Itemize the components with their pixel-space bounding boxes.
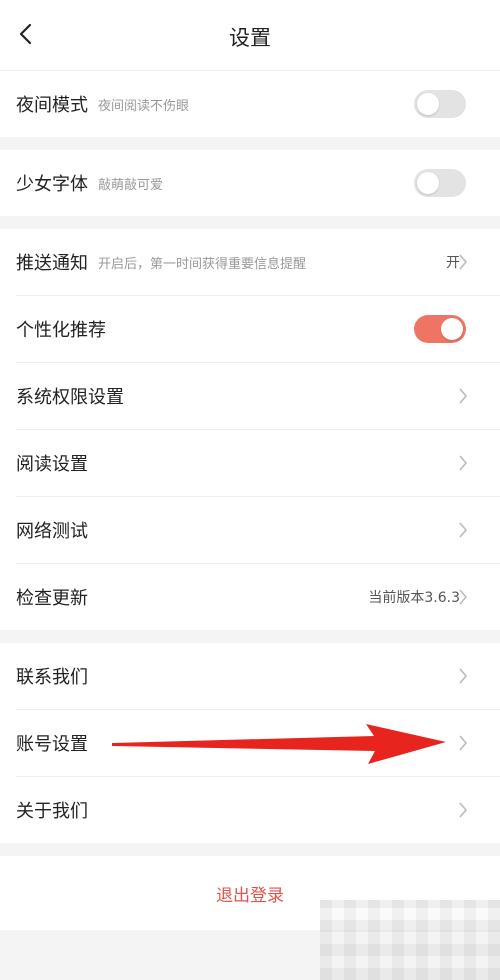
night-mode-label: 夜间模式 xyxy=(16,95,88,116)
account-settings-row[interactable]: 账号设置 xyxy=(16,710,500,777)
chevron-right-icon xyxy=(459,254,468,270)
girl-font-label: 少女字体 xyxy=(16,174,88,195)
night-mode-description: 夜间阅读不伤眼 xyxy=(98,98,190,114)
account-settings-label: 账号设置 xyxy=(16,734,88,755)
toggle-knob xyxy=(441,318,463,340)
section-gap xyxy=(0,137,500,150)
about-us-label: 关于我们 xyxy=(16,801,88,822)
logout-label: 退出登录 xyxy=(216,885,284,906)
top-bar: 设置 xyxy=(0,0,500,71)
personalized-recommendation-toggle[interactable] xyxy=(414,315,466,343)
toggle-knob xyxy=(417,172,439,194)
general-group: 推送通知 开启后，第一时间获得重要信息提醒 开 个性化推荐 系统权限设置 阅读设… xyxy=(0,229,500,630)
personalized-recommendation-row[interactable]: 个性化推荐 xyxy=(16,296,500,363)
section-gap xyxy=(0,843,500,856)
chevron-right-icon xyxy=(459,388,468,404)
toggle-knob xyxy=(417,93,439,115)
push-notification-label: 推送通知 xyxy=(16,253,88,274)
contact-us-row[interactable]: 联系我们 xyxy=(16,643,500,710)
system-permissions-row[interactable]: 系统权限设置 xyxy=(16,363,500,430)
about-us-row[interactable]: 关于我们 xyxy=(16,777,500,843)
push-notification-row[interactable]: 推送通知 开启后，第一时间获得重要信息提醒 开 xyxy=(16,229,500,296)
network-test-row[interactable]: 网络测试 xyxy=(16,497,500,564)
network-test-label: 网络测试 xyxy=(16,521,88,542)
system-permissions-label: 系统权限设置 xyxy=(16,387,124,408)
girl-font-row[interactable]: 少女字体 敲萌敲可爱 xyxy=(16,150,500,216)
chevron-right-icon xyxy=(459,522,468,538)
reading-settings-row[interactable]: 阅读设置 xyxy=(16,430,500,497)
personalized-recommendation-label: 个性化推荐 xyxy=(16,320,106,341)
chevron-right-icon xyxy=(459,668,468,684)
about-group: 联系我们 账号设置 关于我们 xyxy=(0,643,500,843)
girl-font-description: 敲萌敲可爱 xyxy=(98,177,164,193)
push-notification-description: 开启后，第一时间获得重要信息提醒 xyxy=(98,256,307,272)
chevron-right-icon xyxy=(459,735,468,751)
reading-settings-label: 阅读设置 xyxy=(16,454,88,475)
font-group: 少女字体 敲萌敲可爱 xyxy=(0,150,500,216)
contact-us-label: 联系我们 xyxy=(16,667,88,688)
check-update-label: 检查更新 xyxy=(16,588,88,609)
night-mode-toggle[interactable] xyxy=(414,90,466,118)
page-title: 设置 xyxy=(229,26,271,50)
watermark-mosaic xyxy=(320,900,500,980)
check-update-row[interactable]: 检查更新 当前版本3.6.3 xyxy=(16,564,500,630)
section-gap xyxy=(0,630,500,643)
chevron-right-icon xyxy=(459,802,468,818)
chevron-right-icon xyxy=(459,589,468,605)
display-group: 夜间模式 夜间阅读不伤眼 xyxy=(0,71,500,137)
section-gap xyxy=(0,216,500,229)
current-version: 当前版本3.6.3 xyxy=(368,590,460,606)
girl-font-toggle[interactable] xyxy=(414,169,466,197)
night-mode-row[interactable]: 夜间模式 夜间阅读不伤眼 xyxy=(16,71,500,137)
chevron-right-icon xyxy=(459,455,468,471)
